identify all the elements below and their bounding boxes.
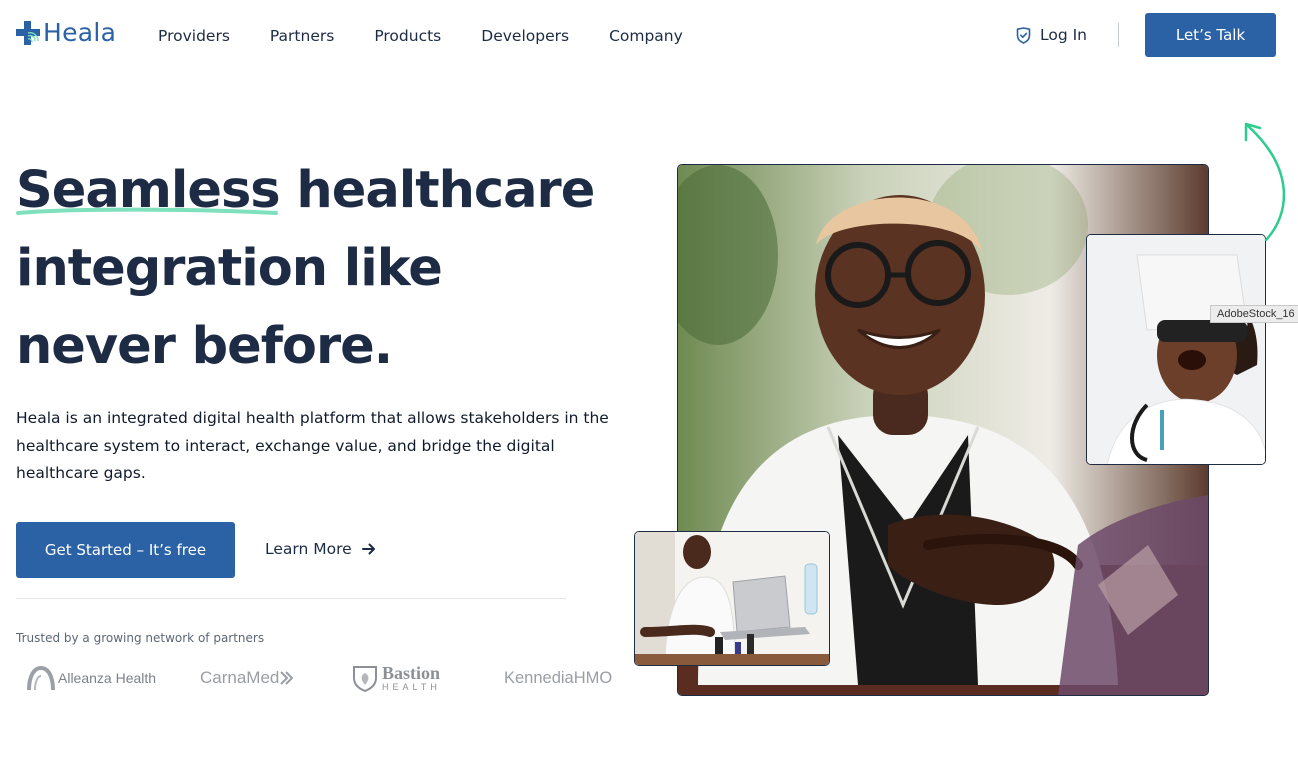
nav-divider [1118, 23, 1119, 47]
arrow-right-icon [361, 543, 375, 555]
hero-title-line1-rest: healthcare [279, 161, 595, 220]
nav-item-developers[interactable]: Developers [481, 26, 569, 46]
bastion-shield-icon [353, 666, 377, 692]
vr-headset-photo [1086, 234, 1266, 465]
shield-check-icon [1016, 26, 1031, 44]
partners-caption: Trusted by a growing network of partners [16, 631, 265, 645]
partner-logo-bastion: Bastion HEALTH [352, 660, 441, 696]
hero-title-line3: never before. [16, 317, 393, 376]
image-tooltip: AdobeStock_16 [1210, 305, 1298, 323]
brand-name: Heala [43, 18, 117, 47]
partner-name: KennediaHMO [504, 668, 613, 687]
main-nav: Providers Partners Products Developers C… [158, 26, 723, 46]
partner-name: Alleanza Health [58, 670, 157, 686]
heala-cross-icon [16, 21, 40, 45]
partner-name: Bastion [382, 662, 441, 683]
nav-item-partners[interactable]: Partners [270, 26, 334, 46]
learn-more-label: Learn More [265, 540, 352, 558]
partner-logos: Alleanza Health CarnaMed Bastion HEALTH … [26, 660, 626, 700]
login-label: Log In [1040, 26, 1088, 44]
nav-item-providers[interactable]: Providers [158, 26, 230, 46]
get-started-button[interactable]: Get Started – It’s free [16, 522, 235, 578]
learn-more-link[interactable]: Learn More [265, 539, 376, 559]
nav-item-company[interactable]: Company [609, 26, 683, 46]
curved-arrow-icon [1244, 122, 1286, 242]
laptop-patient-photo [634, 531, 830, 666]
hero-title-line2: integration like [16, 239, 443, 298]
partner-logo-carnamed: CarnaMed [200, 660, 294, 696]
vr-user-illustration [1087, 235, 1265, 464]
login-link[interactable]: Log In [1016, 25, 1087, 45]
alleanza-arch-icon [27, 665, 55, 691]
partner-name: CarnaMed [200, 668, 280, 687]
section-divider [16, 598, 566, 599]
partner-logo-kennedia: KennediaHMO [504, 660, 612, 696]
nav-item-products[interactable]: Products [374, 26, 441, 46]
laptop-user-illustration [635, 532, 829, 665]
lets-talk-button[interactable]: Let’s Talk [1145, 13, 1276, 57]
hero-description: Heala is an integrated digital health pl… [16, 409, 609, 482]
hero-title-highlight: Seamless [16, 152, 281, 230]
highlight-underline [16, 207, 278, 215]
partner-logo-alleanza: Alleanza Health [26, 660, 156, 696]
carnamed-mark-icon [280, 671, 294, 685]
hero-title: Seamless healthcare integration like nev… [16, 152, 616, 386]
partner-subname: HEALTH [382, 681, 441, 692]
heala-logo[interactable]: Heala [16, 20, 116, 46]
